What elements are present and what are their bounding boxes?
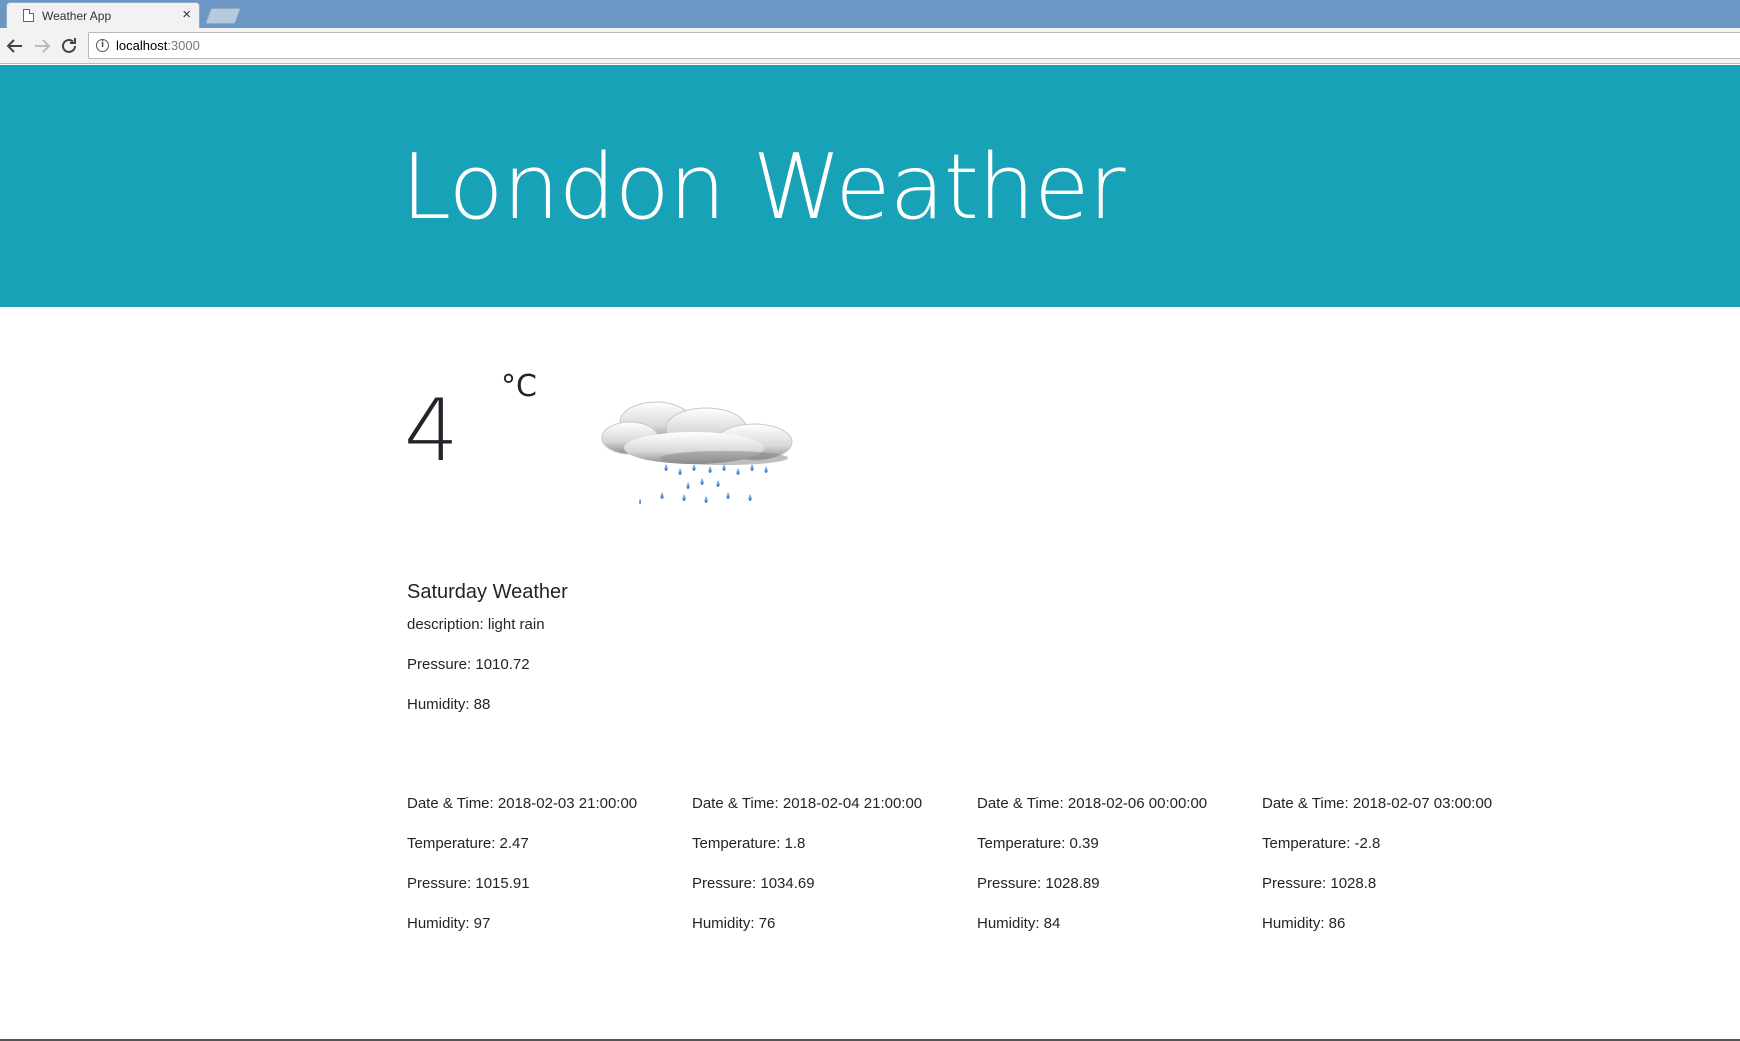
forecast-humidity: Humidity: 84 bbox=[977, 915, 1061, 932]
forecast-temperature: Temperature: 0.39 bbox=[977, 835, 1099, 852]
forecast-datetime: Date & Time: 2018-02-03 21:00:00 bbox=[407, 795, 638, 812]
forecast-datetime: Date & Time: 2018-02-07 03:00:00 bbox=[1262, 795, 1493, 812]
info-icon[interactable]: i bbox=[96, 39, 109, 52]
forecast-humidity: Humidity: 97 bbox=[407, 915, 491, 932]
cloud-shape bbox=[601, 401, 793, 465]
browser-toolbar: i localhost:3000 bbox=[0, 28, 1740, 64]
forecast-pressure: Pressure: 1015.91 bbox=[407, 875, 530, 892]
forward-arrow-icon[interactable] bbox=[29, 33, 55, 59]
new-tab-button[interactable] bbox=[205, 8, 241, 24]
url-text: localhost:3000 bbox=[116, 38, 200, 53]
forecast-list: Date & Time: 2018-02-03 21:00:00 Tempera… bbox=[407, 792, 1547, 952]
tab-title: Weather App bbox=[42, 9, 112, 23]
temperature-unit: °C bbox=[501, 369, 537, 404]
forecast-item: Date & Time: 2018-02-04 21:00:00 Tempera… bbox=[692, 792, 977, 952]
browser-tab[interactable]: Weather App × bbox=[6, 2, 200, 28]
address-bar[interactable]: i localhost:3000 bbox=[88, 32, 1740, 59]
today-weather: Saturday Weather description: light rain… bbox=[407, 580, 568, 733]
browser-tabstrip: Weather App × bbox=[0, 0, 1740, 28]
forecast-humidity: Humidity: 76 bbox=[692, 915, 776, 932]
current-temperature: 4 bbox=[404, 381, 459, 481]
url-host: localhost bbox=[116, 38, 168, 53]
forecast-temperature: Temperature: -2.8 bbox=[1262, 835, 1381, 852]
reload-icon[interactable] bbox=[56, 33, 82, 59]
today-humidity: Humidity: 88 bbox=[407, 696, 491, 713]
today-heading: Saturday Weather bbox=[407, 581, 568, 603]
forecast-pressure: Pressure: 1034.69 bbox=[692, 875, 815, 892]
forecast-pressure: Pressure: 1028.8 bbox=[1262, 875, 1377, 892]
forecast-item: Date & Time: 2018-02-06 00:00:00 Tempera… bbox=[977, 792, 1262, 952]
light-rain-cloud-icon bbox=[601, 401, 793, 504]
today-pressure: Pressure: 1010.72 bbox=[407, 656, 530, 673]
page-title: London Weather bbox=[401, 135, 1125, 240]
forecast-datetime: Date & Time: 2018-02-06 00:00:00 bbox=[977, 795, 1208, 812]
url-port: :3000 bbox=[167, 38, 200, 53]
forecast-item: Date & Time: 2018-02-03 21:00:00 Tempera… bbox=[407, 792, 692, 952]
forecast-pressure: Pressure: 1028.89 bbox=[977, 875, 1100, 892]
forecast-datetime: Date & Time: 2018-02-04 21:00:00 bbox=[692, 795, 923, 812]
today-description: description: light rain bbox=[407, 616, 545, 633]
tab-close-icon[interactable]: × bbox=[182, 6, 191, 24]
back-arrow-icon[interactable] bbox=[2, 33, 28, 59]
raindrops bbox=[639, 464, 768, 504]
forecast-humidity: Humidity: 86 bbox=[1262, 915, 1346, 932]
page-icon bbox=[23, 9, 34, 22]
forecast-item: Date & Time: 2018-02-07 03:00:00 Tempera… bbox=[1262, 792, 1547, 952]
forecast-temperature: Temperature: 1.8 bbox=[692, 835, 806, 852]
forecast-temperature: Temperature: 2.47 bbox=[407, 835, 529, 852]
header-banner: London Weather bbox=[0, 65, 1740, 307]
